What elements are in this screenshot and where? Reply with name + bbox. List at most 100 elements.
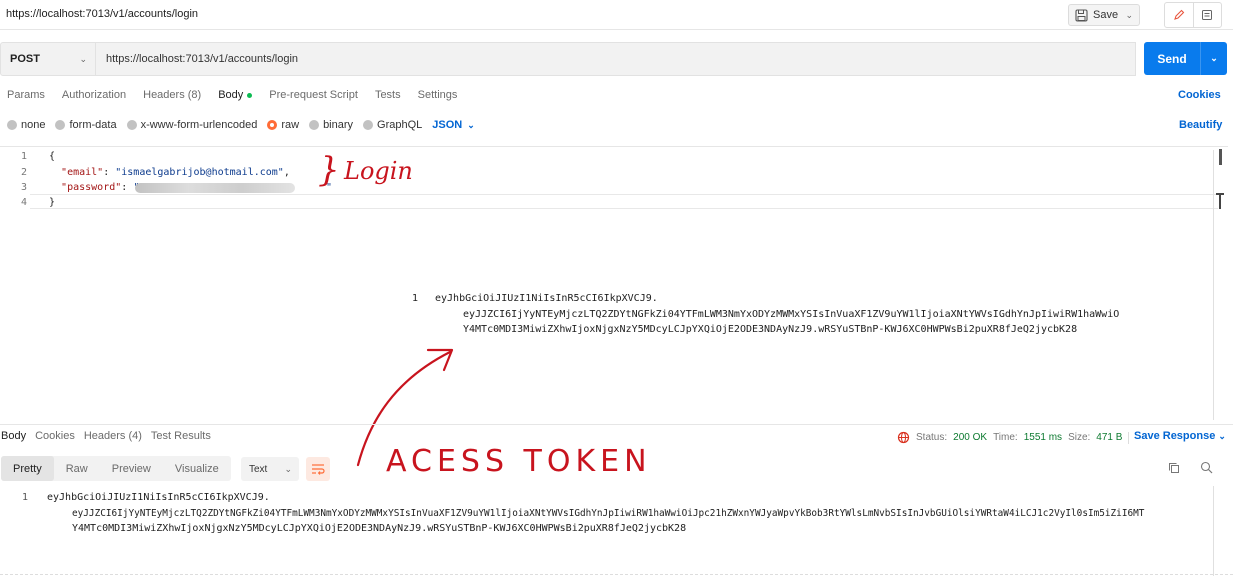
- method-label: POST: [10, 53, 40, 65]
- radio-label: x-www-form-urlencoded: [140, 119, 258, 131]
- response-view-tabs: Pretty Raw Preview Visualize: [1, 456, 231, 481]
- document-icon: [1202, 10, 1213, 20]
- tab-tests[interactable]: Tests: [375, 89, 401, 101]
- status-label: Status:: [916, 432, 948, 443]
- modified-dot-icon: [247, 92, 253, 98]
- pencil-icon: [1173, 9, 1185, 20]
- save-response-button[interactable]: Save Response ⌄: [1134, 430, 1226, 442]
- cookies-link[interactable]: Cookies: [1178, 89, 1221, 101]
- search-icon[interactable]: [1200, 461, 1213, 474]
- code-line: {: [49, 151, 56, 162]
- view-pretty[interactable]: Pretty: [1, 456, 54, 481]
- editor-scroll-track: [1213, 150, 1214, 420]
- line-number: 4: [20, 197, 27, 208]
- line-number: 2: [20, 167, 27, 178]
- code-line: "email": "ismaelgabrijob@hotmail.com",: [61, 167, 290, 178]
- copy-icon[interactable]: [1168, 462, 1180, 474]
- divider: [1128, 431, 1130, 444]
- overlay-token-line: eyJJZCI6IjYyNTEyMjczLTQ2ZDYtNGFkZi04YTFm…: [463, 309, 1120, 320]
- tab-authorization[interactable]: Authorization: [62, 89, 126, 101]
- line-number: 3: [20, 182, 27, 193]
- annotation-access-token: ACESS TOKEN: [386, 444, 652, 479]
- radio-binary[interactable]: binary: [309, 119, 353, 131]
- radio-label: binary: [323, 119, 354, 131]
- radio-graphql[interactable]: GraphQL: [363, 119, 422, 131]
- text-cursor-icon: [1216, 193, 1224, 209]
- request-url-bar: POST ⌄ https://localhost:7013/v1/account…: [0, 42, 1233, 76]
- chevron-down-icon: ⌄: [79, 53, 87, 64]
- radio-icon: [126, 120, 137, 130]
- response-stats: Status: 200 OK Time: 1551 ms Size: 471 B: [897, 431, 1130, 444]
- radio-label: form-data: [69, 119, 117, 131]
- editor-scrollbar[interactable]: [1219, 149, 1222, 165]
- response-scroll-track: [1213, 486, 1214, 576]
- request-title[interactable]: https://localhost:7013/v1/accounts/login: [6, 8, 198, 20]
- edit-mode-button[interactable]: [1165, 3, 1194, 27]
- radio-none[interactable]: none: [7, 119, 45, 131]
- tab-params[interactable]: Params: [7, 89, 45, 101]
- response-token-line: Y4MTc0MDI3MiwiZXhwIjoxNjgxNzY5MDcyLCJpYX…: [72, 523, 687, 534]
- json-key: "password": [61, 182, 122, 193]
- size-label: Size:: [1068, 432, 1091, 443]
- line-number: 1: [20, 151, 27, 162]
- body-format-select[interactable]: JSON ⌄: [432, 119, 475, 131]
- annotation-brace: }: [318, 150, 340, 190]
- radio-icon: [55, 120, 66, 130]
- radio-icon: [7, 120, 17, 130]
- view-raw[interactable]: Raw: [54, 456, 100, 481]
- chevron-down-icon[interactable]: ⌄: [1201, 42, 1227, 75]
- documentation-button[interactable]: [1194, 3, 1222, 27]
- chevron-down-icon: ⌄: [467, 119, 475, 130]
- save-icon: [1075, 8, 1088, 22]
- chevron-down-icon: ⌄: [1125, 9, 1133, 20]
- redacted-password-blur: [135, 183, 295, 193]
- response-line-number: 1: [22, 492, 29, 503]
- annotation-login: Login: [344, 157, 413, 185]
- overlay-line-number: 1: [412, 293, 419, 304]
- view-visualize[interactable]: Visualize: [163, 456, 231, 481]
- globe-icon[interactable]: [897, 431, 910, 444]
- time-value: 1551 ms: [1023, 432, 1063, 443]
- method-select[interactable]: POST ⌄: [0, 42, 96, 76]
- response-tab-body[interactable]: Body: [1, 430, 26, 442]
- radio-x-www-form-urlencoded[interactable]: x-www-form-urlencoded: [126, 119, 258, 131]
- current-line-highlight: [30, 194, 1218, 209]
- url-input[interactable]: https://localhost:7013/v1/accounts/login: [96, 42, 1136, 76]
- wrap-lines-icon: [312, 464, 325, 475]
- beautify-link[interactable]: Beautify: [1179, 119, 1222, 131]
- json-key: "email": [61, 167, 104, 178]
- time-label: Time:: [993, 432, 1018, 443]
- size-value: 471 B: [1096, 432, 1123, 443]
- radio-form-data[interactable]: form-data: [55, 119, 117, 131]
- save-button[interactable]: Save ⌄: [1068, 4, 1140, 26]
- status-value: 200 OK: [953, 432, 988, 443]
- request-tabs: Params Authorization Headers (8) Body Pr…: [7, 89, 474, 101]
- wrap-lines-button[interactable]: [306, 457, 330, 481]
- save-label: Save: [1093, 9, 1119, 21]
- title-bar: https://localhost:7013/v1/accounts/login…: [0, 0, 1233, 30]
- radio-raw[interactable]: raw: [267, 119, 299, 131]
- radio-label: none: [21, 119, 46, 131]
- tab-headers[interactable]: Headers (8): [143, 89, 201, 101]
- response-tab-cookies[interactable]: Cookies: [35, 430, 75, 442]
- divider: [0, 574, 1233, 575]
- json-string: "ismaelgabrijob@hotmail.com": [115, 167, 284, 178]
- body-format-label: JSON: [432, 119, 463, 131]
- send-button[interactable]: Send ⌄: [1144, 42, 1227, 75]
- radio-selected-icon: [267, 120, 278, 130]
- response-format-select[interactable]: Text ⌄: [241, 457, 299, 481]
- tab-settings[interactable]: Settings: [418, 89, 458, 101]
- view-preview[interactable]: Preview: [100, 456, 163, 481]
- response-tab-headers[interactable]: Headers (4): [84, 430, 142, 442]
- chevron-down-icon: ⌄: [284, 463, 292, 474]
- code-line: }: [49, 197, 56, 208]
- tab-pre-request-script[interactable]: Pre-request Script: [269, 89, 358, 101]
- body-type-radio-group: none form-data x-www-form-urlencoded raw…: [7, 119, 475, 131]
- url-text: https://localhost:7013/v1/accounts/login: [106, 53, 299, 65]
- tab-body[interactable]: Body: [218, 89, 253, 101]
- response-token-line: eyJJZCI6IjYyNTEyMjczLTQ2ZDYtNGFkZi04YTFm…: [72, 508, 1145, 519]
- send-label: Send: [1144, 42, 1201, 75]
- save-response-label: Save Response: [1134, 430, 1216, 442]
- response-tab-test-results[interactable]: Test Results: [151, 430, 211, 442]
- response-tabs: Body Cookies Headers (4) Test Results: [1, 430, 228, 442]
